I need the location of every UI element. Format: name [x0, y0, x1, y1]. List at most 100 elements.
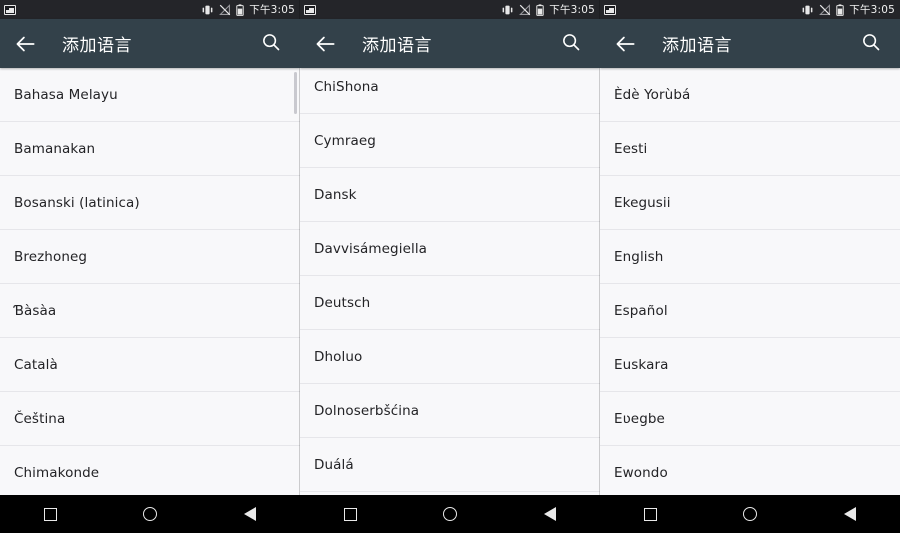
back-triangle-icon [244, 507, 256, 521]
recents-button[interactable] [0, 495, 100, 533]
android-screenshot-triptych: 下午3:05 添加语言 Bahasa Melayu Bamanakan Bosa… [0, 0, 900, 533]
status-bar-clock: 下午3:05 [549, 4, 595, 16]
language-row[interactable]: Ewondo [600, 446, 900, 495]
search-button[interactable] [860, 31, 886, 57]
system-navigation-bar [0, 495, 300, 533]
language-row[interactable]: Español [600, 284, 900, 338]
image-notification-icon [4, 4, 16, 15]
battery-icon [236, 3, 244, 16]
language-row[interactable]: English [600, 230, 900, 284]
language-list[interactable]: Èdè Yorùbá Eesti Ekegusii English Españo… [600, 68, 900, 495]
language-name: Dolnoserbšćina [314, 402, 420, 419]
language-row[interactable]: Chimakonde [0, 446, 300, 495]
language-list[interactable]: Bahasa Melayu Bamanakan Bosanski (latini… [0, 68, 300, 495]
app-toolbar: 添加语言 [300, 19, 600, 68]
language-list-inner: Èdè Yorùbá Eesti Ekegusii English Españo… [600, 68, 900, 495]
status-bar-notifications [304, 4, 316, 15]
language-row[interactable]: Bosanski (latinica) [0, 176, 300, 230]
language-row[interactable]: Dolnoserbšćina [300, 384, 600, 438]
status-bar: 下午3:05 [300, 0, 600, 19]
toolbar-title: 添加语言 [362, 36, 432, 56]
vibrate-icon [202, 5, 213, 14]
language-name: Dholuo [314, 348, 363, 365]
recents-square-icon [643, 507, 657, 521]
language-name: Cymraeg [314, 132, 376, 149]
image-notification-icon [604, 4, 616, 15]
home-circle-icon [443, 507, 457, 521]
language-row[interactable]: Ɓàsàa [0, 284, 300, 338]
status-bar-system-icons: 下午3:05 [201, 2, 295, 17]
recents-button[interactable] [300, 495, 400, 533]
back-button[interactable] [612, 31, 638, 57]
recents-square-icon [43, 507, 57, 521]
language-name: Deutsch [314, 294, 371, 311]
language-name: Eʋegbe [614, 410, 665, 427]
back-button[interactable] [12, 31, 38, 57]
search-icon [263, 33, 280, 50]
home-circle-icon [143, 507, 157, 521]
back-nav-button[interactable] [200, 495, 300, 533]
language-name: Davvisámegiella [314, 240, 428, 257]
phone-panel-1: 下午3:05 添加语言 Bahasa Melayu Bamanakan Bosa… [0, 0, 300, 533]
language-name: Ɓàsàa [14, 302, 57, 319]
language-name: Euskara [614, 356, 669, 373]
language-row[interactable]: Èdè Yorùbá [600, 68, 900, 122]
phone-panel-3: 下午3:05 添加语言 Èdè Yorùbá Eesti Ekegusii En… [600, 0, 900, 533]
language-row[interactable]: Bahasa Melayu [0, 68, 300, 122]
language-row[interactable]: Bamanakan [0, 122, 300, 176]
language-list-inner: Bahasa Melayu Bamanakan Bosanski (latini… [0, 68, 300, 495]
status-bar-clock: 下午3:05 [849, 4, 895, 16]
language-row[interactable]: Ekegusii [600, 176, 900, 230]
home-button[interactable] [400, 495, 500, 533]
language-row[interactable]: Dansk [300, 168, 600, 222]
language-row[interactable]: Eʋegbe [600, 392, 900, 446]
search-icon [863, 33, 880, 50]
search-icon [563, 33, 580, 50]
status-bar-system-icons: 下午3:05 [501, 2, 595, 17]
recents-square-icon [343, 507, 357, 521]
language-row[interactable]: Davvisámegiella [300, 222, 600, 276]
language-row[interactable]: Euskara [600, 338, 900, 392]
search-button[interactable] [260, 31, 286, 57]
home-button[interactable] [700, 495, 800, 533]
language-name: Duálá [314, 456, 354, 473]
battery-icon [836, 3, 844, 16]
app-toolbar: 添加语言 [0, 19, 300, 68]
language-row[interactable]: Duálá [300, 438, 600, 492]
recents-button[interactable] [600, 495, 700, 533]
language-row[interactable]: ChiShona [300, 68, 600, 114]
language-row[interactable]: Brezhoneg [0, 230, 300, 284]
back-button[interactable] [312, 31, 338, 57]
language-list[interactable]: ChiShona Cymraeg Dansk Davvisámegiella D… [300, 68, 600, 495]
back-nav-button[interactable] [500, 495, 600, 533]
language-name: Brezhoneg [14, 248, 88, 265]
language-row[interactable]: Dholuo [300, 330, 600, 384]
vibrate-icon [802, 5, 813, 14]
signal-off-icon [819, 3, 831, 15]
signal-off-icon [219, 3, 231, 15]
home-button[interactable] [100, 495, 200, 533]
language-name: Bamanakan [14, 140, 96, 157]
language-name: Ekegusii [614, 194, 671, 211]
home-circle-icon [743, 507, 757, 521]
status-bar-notifications [4, 4, 16, 15]
search-button[interactable] [560, 31, 586, 57]
language-row[interactable]: Deutsch [300, 276, 600, 330]
image-notification-icon [304, 4, 316, 15]
app-toolbar: 添加语言 [600, 19, 900, 68]
back-nav-button[interactable] [800, 495, 900, 533]
back-arrow-icon [616, 36, 635, 51]
language-row[interactable]: Cymraeg [300, 114, 600, 168]
language-name: Bosanski (latinica) [14, 194, 140, 211]
status-bar-notifications [604, 4, 616, 15]
language-name: Čeština [14, 410, 66, 427]
phone-panel-2: 下午3:05 添加语言 ChiShona Cymraeg Dansk Davvi… [300, 0, 600, 533]
language-row[interactable]: Català [0, 338, 300, 392]
system-navigation-bar [600, 495, 900, 533]
language-row[interactable]: Eesti [600, 122, 900, 176]
language-name: English [614, 248, 664, 265]
language-name: Chimakonde [14, 464, 100, 481]
system-navigation-bar [300, 495, 600, 533]
list-scrollbar[interactable] [294, 72, 297, 114]
language-row[interactable]: Čeština [0, 392, 300, 446]
